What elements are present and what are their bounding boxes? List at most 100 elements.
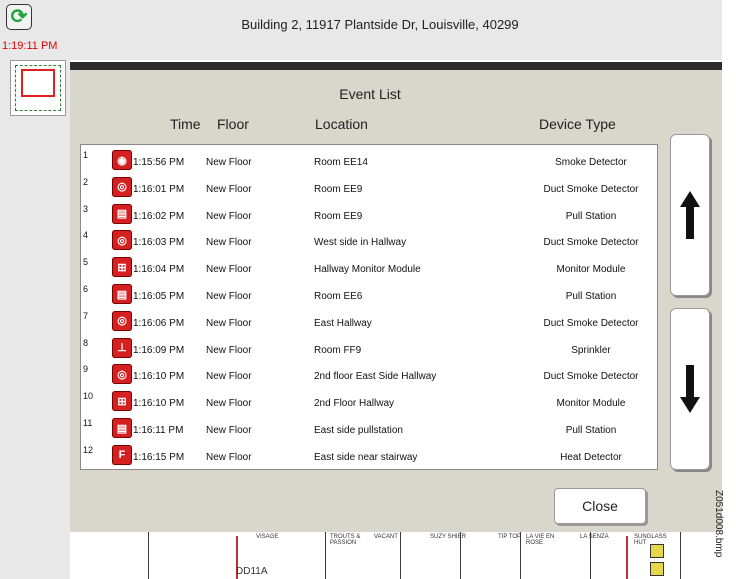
floorplan-label: TROUTS & PASSION xyxy=(330,534,361,546)
table-row[interactable]: 3 ▤ 1:16:02 PM New Floor Room EE9 Pull Statio… xyxy=(81,202,657,229)
table-row[interactable]: 2 ◎ 1:16:01 PM New Floor Room EE9 Duct Smoke … xyxy=(81,175,657,202)
event-device-type: Duct Smoke Detector xyxy=(543,317,639,329)
device-marker-icon[interactable] xyxy=(650,562,664,576)
floorplan-label: LA SENZA xyxy=(580,534,609,540)
duct-smoke-detector-icon: ◎ xyxy=(112,230,132,251)
column-location: Location xyxy=(315,116,368,132)
row-number: 8 xyxy=(83,337,89,348)
table-row[interactable]: 10 ⊞ 1:16:10 PM New Floor 2nd Floor Hallway M… xyxy=(81,389,657,416)
event-device-type: Duct Smoke Detector xyxy=(543,183,639,195)
row-number: 10 xyxy=(83,391,94,402)
table-row[interactable]: 9 ◎ 1:16:10 PM New Floor 2nd floor East Side… xyxy=(81,362,657,389)
event-time: 1:16:15 PM xyxy=(133,451,185,463)
column-floor: Floor xyxy=(217,116,249,132)
clock: 1:19:11 PM xyxy=(2,40,58,52)
event-location: Room EE9 xyxy=(314,210,363,222)
event-device-type: Duct Smoke Detector xyxy=(543,371,639,383)
event-floor: New Floor xyxy=(206,264,252,276)
event-floor: New Floor xyxy=(206,398,252,410)
event-floor: New Floor xyxy=(206,237,252,249)
dialog-title: Event List xyxy=(339,86,401,102)
event-device-type: Pull Station xyxy=(565,210,617,222)
duct-smoke-detector-icon: ◎ xyxy=(112,310,132,331)
event-floor: New Floor xyxy=(206,210,252,222)
event-location: Room EE14 xyxy=(314,157,368,168)
event-floor: New Floor xyxy=(206,291,252,302)
event-time: 1:16:02 PM xyxy=(133,210,185,222)
row-number: 4 xyxy=(83,230,89,241)
event-device-type: Pull Station xyxy=(565,291,617,302)
event-time: 1:15:56 PM xyxy=(133,157,185,168)
event-location: 2nd floor East Side Hallway xyxy=(314,371,437,383)
event-location: Room EE9 xyxy=(314,183,363,195)
row-number: 12 xyxy=(83,444,94,455)
table-row[interactable]: 4 ◎ 1:16:03 PM New Floor West side in Hallwa… xyxy=(81,228,657,255)
row-number: 5 xyxy=(83,257,89,268)
event-time: 1:16:01 PM xyxy=(133,183,185,195)
row-number: 1 xyxy=(83,150,89,160)
event-time: 1:16:09 PM xyxy=(133,344,185,356)
event-time: 1:16:11 PM xyxy=(133,425,184,436)
pull-station-icon: ▤ xyxy=(112,203,132,224)
event-location: East side pullstation xyxy=(314,425,403,436)
floor-thumbnail[interactable] xyxy=(10,60,66,116)
event-time: 1:16:05 PM xyxy=(133,291,185,302)
scroll-up-button[interactable] xyxy=(670,134,710,296)
row-number: 7 xyxy=(83,310,89,321)
row-number: 6 xyxy=(83,284,89,294)
table-row[interactable]: 6 ▤ 1:16:05 PM New Floor Room EE6 Pull Statio… xyxy=(81,282,657,309)
sprinkler-icon: ⊥ xyxy=(112,337,132,358)
row-number: 3 xyxy=(83,203,89,214)
row-number: 9 xyxy=(83,364,89,375)
device-marker-icon[interactable] xyxy=(650,544,664,558)
table-row[interactable]: 7 ◎ 1:16:06 PM New Floor East Hallway Duct Sm… xyxy=(81,309,657,336)
arrow-down-icon xyxy=(680,365,700,413)
floorplan-label: SUZY SHIER xyxy=(430,534,466,540)
pull-station-icon: ▤ xyxy=(112,418,132,438)
event-floor: New Floor xyxy=(206,183,252,195)
event-device-type: Sprinkler xyxy=(571,344,611,356)
floor-plan[interactable]: VISAGE TROUTS & PASSION VACANT SUZY SHIE… xyxy=(70,532,722,579)
event-location: Room EE6 xyxy=(314,291,363,302)
event-time: 1:16:06 PM xyxy=(133,317,185,329)
event-floor: New Floor xyxy=(206,371,252,383)
table-row[interactable]: 1 ◉ 1:15:56 PM New Floor Room EE14 Smoke Dete… xyxy=(81,148,657,175)
column-device-type: Device Type xyxy=(539,116,616,132)
event-floor: New Floor xyxy=(206,317,252,329)
row-number: 2 xyxy=(83,176,89,187)
event-table[interactable]: 1 ◉ 1:15:56 PM New Floor Room EE14 Smoke Dete… xyxy=(80,144,658,470)
column-time: Time xyxy=(170,116,201,132)
event-device-type: Pull Station xyxy=(565,425,617,436)
table-row[interactable]: 8 ⊥ 1:16:09 PM New Floor Room FF9 Sprinkler xyxy=(81,336,657,363)
table-row[interactable]: 11 ▤ 1:16:11 PM New Floor East side pullstat… xyxy=(81,416,657,443)
pull-station-icon: ▤ xyxy=(112,284,132,304)
duct-smoke-detector-icon: ◎ xyxy=(112,176,132,197)
table-row[interactable]: 12 F 1:16:15 PM New Floor East side near sta… xyxy=(81,443,657,470)
event-floor: New Floor xyxy=(206,344,252,356)
smoke-detector-icon: ◉ xyxy=(112,150,132,170)
duct-smoke-detector-icon: ◎ xyxy=(112,364,132,385)
thumbnail-viewport xyxy=(21,69,55,97)
event-time: 1:16:10 PM xyxy=(133,371,185,383)
event-floor: New Floor xyxy=(206,425,252,436)
event-location: Hallway Monitor Module xyxy=(314,264,421,276)
event-floor: New Floor xyxy=(206,451,252,463)
heat-detector-icon: F xyxy=(112,444,132,465)
file-watermark: Z051d008.bmp xyxy=(713,490,724,558)
floorplan-tag: DD11A xyxy=(236,566,268,577)
event-location: East Hallway xyxy=(314,317,372,329)
event-location: 2nd Floor Hallway xyxy=(314,398,395,410)
table-row[interactable]: 5 ⊞ 1:16:04 PM New Floor Hallway Monitor Mod… xyxy=(81,255,657,282)
close-button[interactable]: Close xyxy=(554,488,646,524)
event-time: 1:16:03 PM xyxy=(133,237,185,249)
event-device-type: Duct Smoke Detector xyxy=(543,237,639,249)
event-device-type: Monitor Module xyxy=(556,398,626,410)
event-location: East side near stairway xyxy=(314,451,418,463)
monitor-module-icon: ⊞ xyxy=(112,257,132,278)
top-bar: ⟳ 1:19:11 PM Building 2, 11917 Plantside… xyxy=(0,0,722,60)
event-device-type: Heat Detector xyxy=(560,451,622,463)
monitor-module-icon: ⊞ xyxy=(112,391,132,412)
floorplan-label: VACANT xyxy=(374,534,398,540)
side-strip xyxy=(0,60,70,579)
scroll-down-button[interactable] xyxy=(670,308,710,470)
